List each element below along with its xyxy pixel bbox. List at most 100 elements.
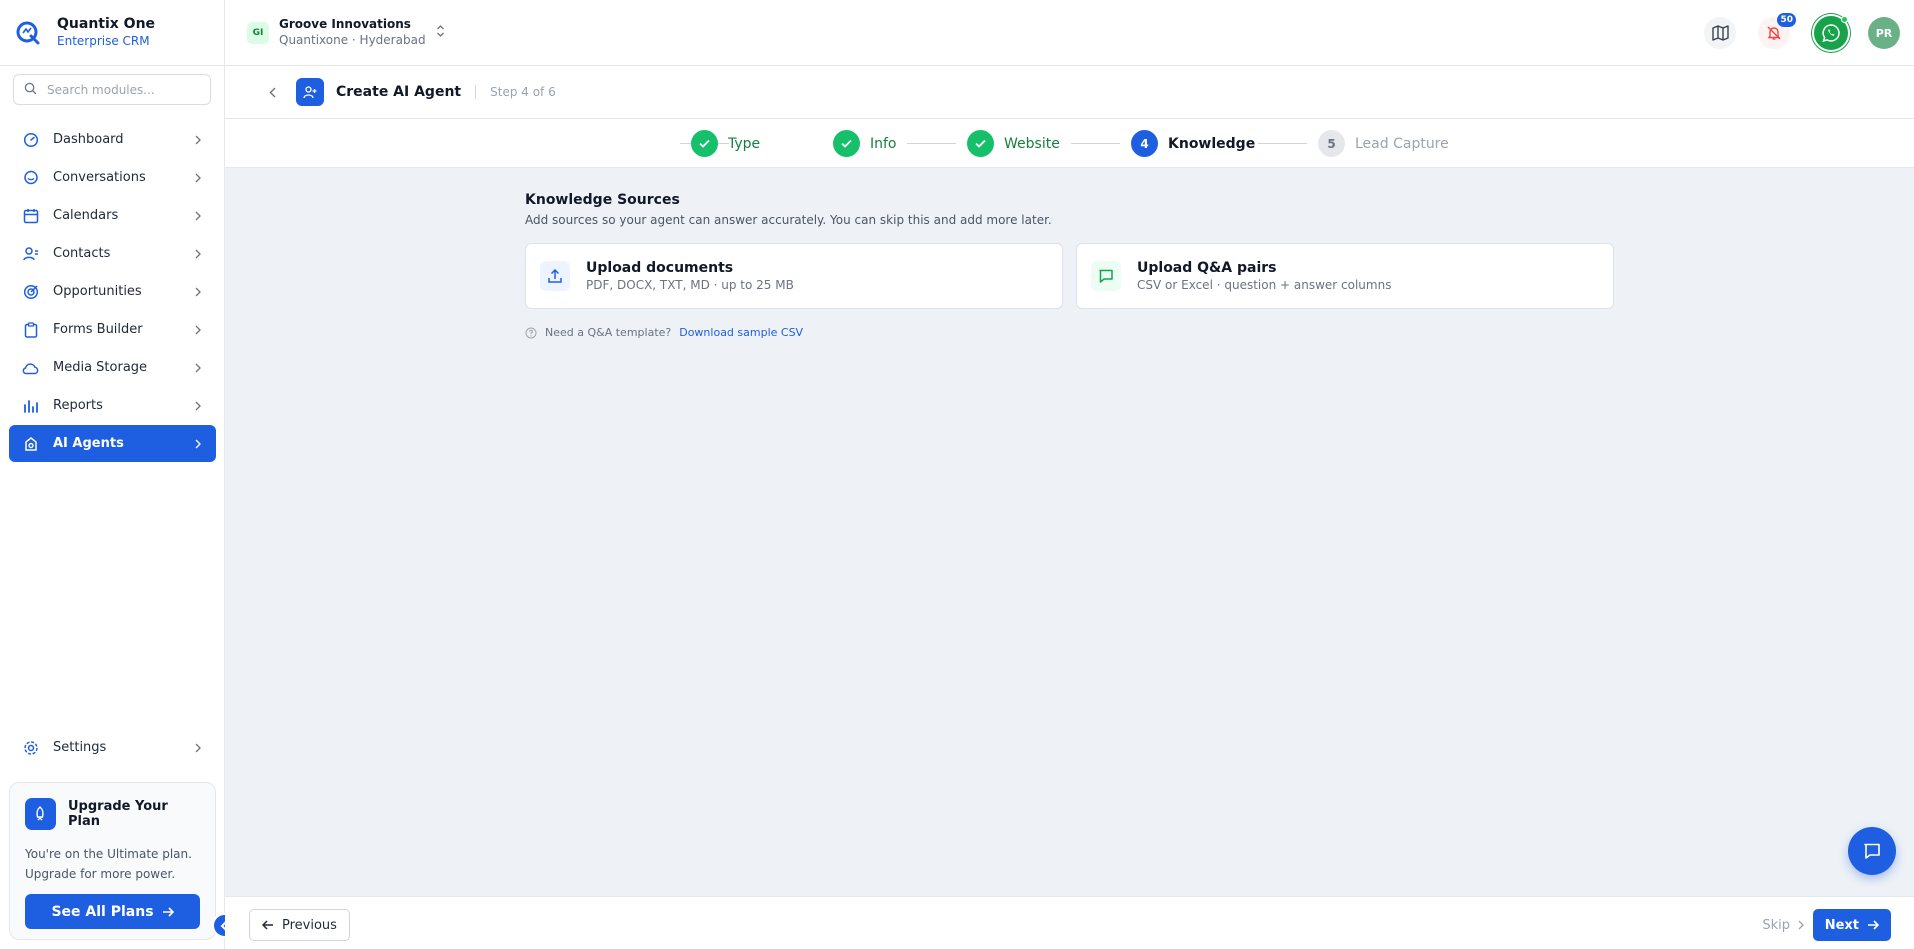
org-switcher[interactable]: GI Groove Innovations Quantixone · Hyder… [247,16,445,49]
step-info[interactable]: Info [833,130,897,157]
back-chevron-icon[interactable] [265,87,279,98]
upload-qa-pairs-card[interactable]: Upload Q&A pairs CSV or Excel · question… [1076,243,1614,309]
sidebar-item-media-storage[interactable]: Media Storage [9,349,216,386]
sidebar-item-label: Opportunities [53,284,142,299]
check-icon [967,130,994,157]
chevron-right-icon [193,743,203,753]
sidebar-item-opportunities[interactable]: Opportunities [9,273,216,310]
step-lead-capture[interactable]: 5 Lead Capture [1318,130,1449,157]
sidebar-item-conversations[interactable]: Conversations [9,159,216,196]
download-sample-csv-link[interactable]: Download sample CSV [679,326,803,339]
search-icon [24,80,37,99]
sidebar-item-ai-agents[interactable]: AI Agents [9,425,216,462]
wizard-stepper: Type Info Website 4 Knowledge 5 Lead Cap… [225,119,1914,168]
brand-subtitle: Enterprise CRM [57,34,150,48]
chat-bubble-icon [1862,841,1882,861]
previous-label: Previous [282,917,337,933]
sidebar-item-settings[interactable]: Settings [9,729,216,766]
brand-logo-icon [14,19,42,47]
clipboard-icon [22,321,39,338]
step-knowledge[interactable]: 4 Knowledge [1131,130,1255,157]
whatsapp-icon [1821,23,1841,43]
step-connector [1258,143,1307,144]
step-website[interactable]: Website [967,130,1060,157]
contacts-icon [22,245,39,262]
check-icon [691,130,718,157]
sidebar-item-label: Dashboard [53,132,124,147]
skip-button[interactable]: Skip [1762,909,1804,941]
hint-text: Need a Q&A template? [545,326,672,339]
next-label: Next [1824,917,1859,933]
step-number: 4 [1131,130,1158,157]
sidebar-item-reports[interactable]: Reports [9,387,216,424]
chevron-right-icon [193,401,203,411]
sidebar-item-dashboard[interactable]: Dashboard [9,121,216,158]
arrow-right-icon [1867,919,1879,931]
calendar-icon [22,207,39,224]
chevron-right-icon [193,325,203,335]
template-hint: Need a Q&A template? Download sample CSV [525,326,1615,339]
step-number: 5 [1318,130,1345,157]
sidebar-item-label: Calendars [53,208,119,223]
step-label: Website [1004,135,1060,152]
card-subtitle: PDF, DOCX, TXT, MD · up to 25 MB [586,277,794,292]
module-search[interactable] [13,74,211,105]
whatsapp-button[interactable] [1812,14,1850,52]
wizard-footer: Previous Skip Next [225,896,1914,949]
upgrade-text: You're on the Ultimate plan. Upgrade for… [25,847,192,881]
sidebar-item-calendars[interactable]: Calendars [9,197,216,234]
sidebar: Quantix One Enterprise CRM Dashboard Con… [0,0,237,949]
help-circle-icon [525,327,537,339]
card-subtitle: CSV or Excel · question + answer columns [1137,277,1392,292]
skip-label: Skip [1762,917,1790,933]
sidebar-item-label: Conversations [53,170,146,185]
step-label: Type [728,135,761,152]
notifications-button[interactable]: 50 [1758,13,1796,49]
gear-icon [22,739,39,756]
ai-agent-icon [22,435,39,452]
upload-documents-card[interactable]: Upload documents PDF, DOCX, TXT, MD · up… [525,243,1063,309]
arrow-left-icon [262,919,274,931]
wizard-header: Create AI Agent Step 4 of 6 [225,66,1914,119]
agent-badge-icon [296,78,324,106]
step-type[interactable]: Type [691,130,760,157]
chevron-right-icon [193,363,203,373]
map-button[interactable] [1704,17,1736,49]
next-button[interactable]: Next [1812,909,1891,941]
user-avatar[interactable]: PR [1868,17,1900,49]
sidebar-item-label: Media Storage [53,360,148,375]
dashboard-icon [22,131,39,148]
step-label: Lead Capture [1355,135,1449,152]
settings-section: Settings [9,729,216,767]
see-all-plans-button[interactable]: See All Plans [25,894,200,929]
cloud-icon [22,359,39,376]
sidebar-item-label: AI Agents [53,436,124,451]
page-title: Create AI Agent [336,84,462,100]
upload-icon [540,261,570,291]
sidebar-item-forms-builder[interactable]: Forms Builder [9,311,216,348]
step-indicator: Step 4 of 6 [490,85,556,99]
step-label: Info [870,135,897,152]
arrow-right-icon [162,906,174,918]
sidebar-item-label: Settings [53,740,107,755]
org-badge: GI [247,21,269,44]
online-status-dot [1841,16,1848,23]
card-title: Upload documents [586,259,734,276]
chevron-right-icon [1798,920,1804,930]
chat-support-button[interactable] [1848,827,1896,875]
chevron-right-icon [193,249,203,259]
sidebar-item-label: Contacts [53,246,111,261]
chevron-right-icon [193,211,203,221]
org-name: Groove Innovations [279,17,411,31]
sidebar-item-contacts[interactable]: Contacts [9,235,216,272]
chevron-right-icon [193,173,203,183]
brand: Quantix One Enterprise CRM [0,0,224,66]
notification-count-badge: 50 [1777,13,1796,27]
chevron-right-icon [193,287,203,297]
chevron-right-icon [193,439,203,449]
search-input[interactable] [47,82,187,97]
previous-button[interactable]: Previous [249,909,350,941]
topbar: GI Groove Innovations Quantixone · Hyder… [225,0,1914,66]
map-icon [1711,25,1729,41]
step-connector [1071,143,1120,144]
